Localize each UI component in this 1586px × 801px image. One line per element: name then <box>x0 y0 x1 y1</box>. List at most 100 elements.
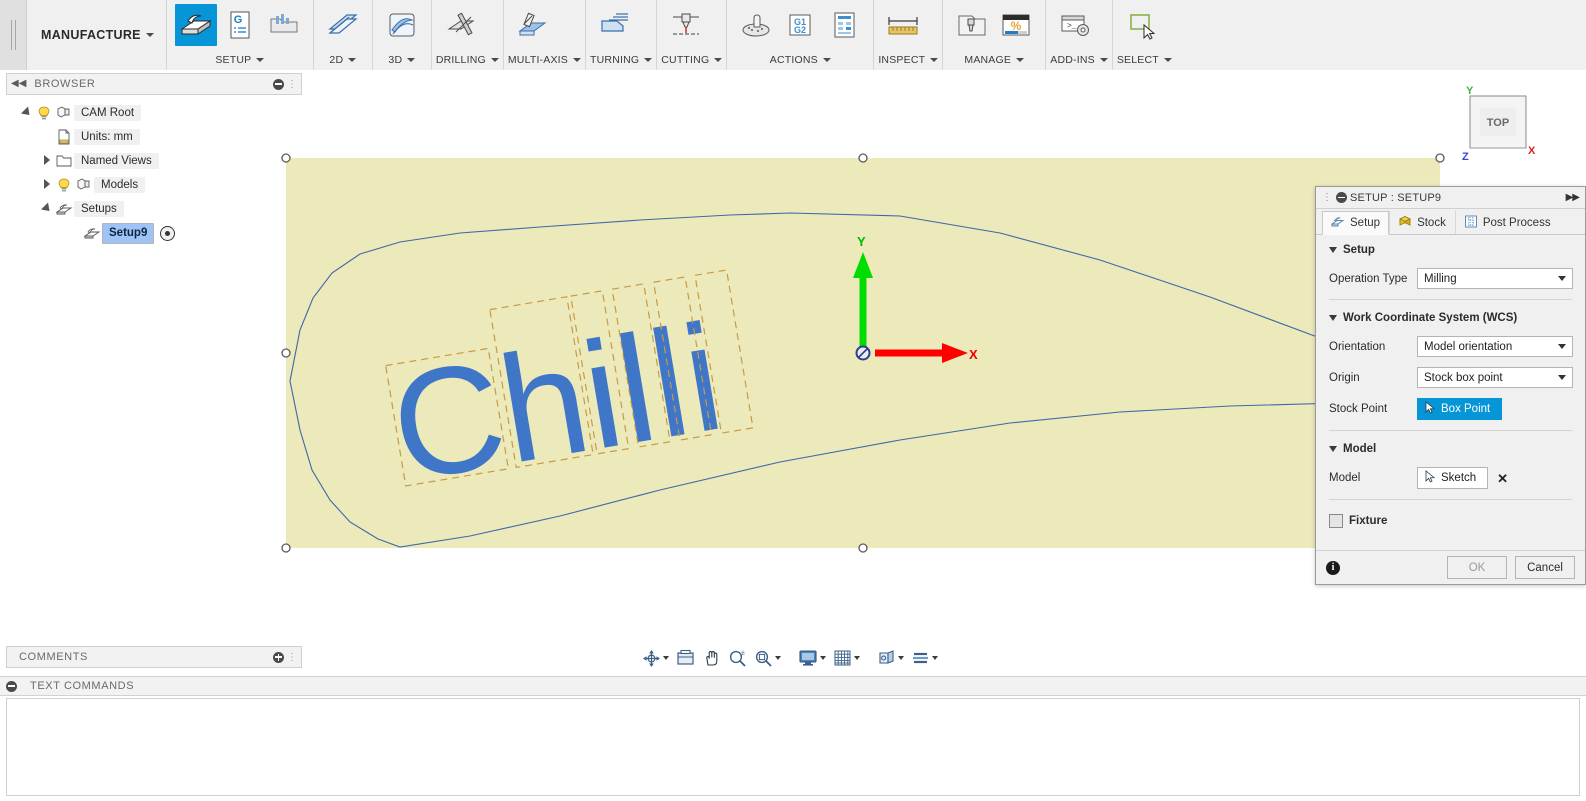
ribbon-grip-handle[interactable] <box>0 0 27 70</box>
ribbon-group-title[interactable]: ADD-INS <box>1050 54 1108 70</box>
twisty-expanded-icon[interactable] <box>40 202 54 215</box>
cancel-button[interactable]: Cancel <box>1515 556 1575 579</box>
section-fixture-header[interactable]: Fixture <box>1316 503 1585 550</box>
chevron-down-icon[interactable] <box>932 656 938 660</box>
setup-icon <box>54 201 74 217</box>
tab-setup[interactable]: Setup <box>1322 211 1390 235</box>
tab-label: Setup <box>1350 217 1381 229</box>
tree-item-setup9[interactable]: Setup9 <box>6 221 302 245</box>
setup-icon[interactable] <box>174 4 217 46</box>
drilling-icon[interactable] <box>440 4 482 46</box>
measure-icon[interactable] <box>882 4 924 46</box>
section-wcs-header[interactable]: Work Coordinate System (WCS) <box>1316 303 1585 333</box>
collapse-left-icon[interactable]: ◀◀ <box>11 79 26 89</box>
ribbon-group-2d: 2D <box>314 0 373 70</box>
ribbon-group-title[interactable]: SELECT <box>1117 54 1172 70</box>
generate-nc-icon[interactable]: G <box>219 4 261 46</box>
viewports-icon[interactable] <box>875 649 906 667</box>
ribbon-group-title[interactable]: ACTIONS <box>731 54 869 70</box>
ok-button[interactable]: OK <box>1447 556 1507 579</box>
setup-activate-radio[interactable] <box>160 225 176 241</box>
svg-text:G2: G2 <box>794 25 806 35</box>
stock-point-box-point-button[interactable]: Box Point <box>1417 398 1503 420</box>
chevron-down-icon[interactable] <box>854 656 860 660</box>
model-sketch-button[interactable]: Sketch <box>1417 467 1489 489</box>
section-model-header[interactable]: Model <box>1316 434 1585 464</box>
panel-grip-icon[interactable]: ⋮ <box>287 652 297 663</box>
minus-circle-icon[interactable] <box>1336 192 1347 203</box>
zoom-window-icon[interactable] <box>752 649 783 668</box>
orientation-select[interactable]: Model orientation <box>1417 336 1573 357</box>
clear-model-selection-icon[interactable]: ✕ <box>1497 472 1508 485</box>
tab-stock[interactable]: Stock <box>1389 210 1455 234</box>
twisty-collapsed-icon[interactable] <box>40 178 54 192</box>
workspace-switcher[interactable]: MANUFACTURE <box>27 0 167 70</box>
tree-item-units[interactable]: Units: mm <box>6 125 302 149</box>
look-at-icon[interactable] <box>674 649 697 667</box>
g-code-icon[interactable]: G1 G2 <box>779 4 821 46</box>
zoom-icon[interactable]: ± <box>726 649 749 668</box>
panel-grip-icon[interactable]: ⋮ <box>287 79 297 90</box>
turning-icon[interactable] <box>594 4 636 46</box>
ribbon-group-title[interactable]: 3D <box>377 54 427 70</box>
2d-milling-icon[interactable] <box>322 4 364 46</box>
operation-type-select[interactable]: Milling <box>1417 268 1573 289</box>
cutting-icon[interactable] <box>665 4 707 46</box>
simulate-icon[interactable] <box>735 4 777 46</box>
lightbulb-icon[interactable] <box>54 177 74 193</box>
view-cube[interactable]: TOP Y Z X <box>1442 76 1538 168</box>
twisty-expanded-icon[interactable] <box>20 106 34 119</box>
ribbon-group-title[interactable]: MULTI-AXIS <box>508 54 582 70</box>
grid-snaps-icon[interactable] <box>831 649 862 667</box>
setup-sheet-icon[interactable] <box>823 4 865 46</box>
ribbon-group-title[interactable]: 2D <box>318 54 368 70</box>
setup-icon <box>82 225 102 241</box>
tab-post-process[interactable]: G1 G2 Post Process <box>1454 210 1560 234</box>
viewcube-z-label: Z <box>1462 151 1469 163</box>
multi-axis-icon[interactable] <box>512 4 554 46</box>
setup-dialog-titlebar[interactable]: ⋮ SETUP : SETUP9 ▶▶ <box>1316 187 1585 209</box>
ribbon-group-title[interactable]: DRILLING <box>436 54 499 70</box>
tree-item-cam-root[interactable]: CAM Root <box>6 101 302 125</box>
minus-circle-icon[interactable] <box>6 680 17 692</box>
body-icon <box>54 105 74 121</box>
ribbon-group-title[interactable]: SETUP <box>171 54 309 70</box>
twisty-collapsed-icon[interactable] <box>40 154 54 168</box>
fixture-checkbox[interactable] <box>1329 514 1343 528</box>
workspace-label: MANUFACTURE <box>41 28 141 42</box>
setup-tab-icon <box>1330 215 1345 231</box>
chevron-down-icon[interactable] <box>898 656 904 660</box>
tree-item-setups[interactable]: Setups <box>6 197 302 221</box>
field-operation-type: Operation Type Milling <box>1316 265 1585 296</box>
scripts-addins-icon[interactable]: >_ <box>1054 4 1096 46</box>
tree-item-named-views[interactable]: Named Views <box>6 149 302 173</box>
pan-icon[interactable] <box>700 649 723 668</box>
machining-time-icon[interactable]: % <box>995 4 1037 46</box>
info-icon[interactable]: i <box>1326 560 1340 575</box>
ribbon-group-title[interactable]: CUTTING <box>661 54 723 70</box>
display-settings-icon[interactable] <box>796 649 828 667</box>
text-commands-body[interactable] <box>6 698 1580 796</box>
tool-library-icon[interactable] <box>951 4 993 46</box>
folder-setup-icon[interactable] <box>263 4 305 46</box>
chevron-down-icon[interactable] <box>775 656 781 660</box>
orbit-icon[interactable] <box>640 649 671 668</box>
section-setup-header[interactable]: Setup <box>1316 235 1585 265</box>
ribbon-group-title[interactable]: TURNING <box>590 54 653 70</box>
chevron-down-icon[interactable] <box>820 656 826 660</box>
body-icon <box>74 177 94 193</box>
dialog-grip-icon[interactable]: ⋮ <box>1322 192 1332 203</box>
origin-select[interactable]: Stock box point <box>1417 367 1573 388</box>
select-icon[interactable] <box>1121 4 1163 46</box>
minus-circle-icon[interactable] <box>273 78 284 90</box>
3d-milling-icon[interactable] <box>381 4 423 46</box>
lightbulb-icon[interactable] <box>34 105 54 121</box>
chevron-down-icon[interactable] <box>663 656 669 660</box>
tree-item-models[interactable]: Models <box>6 173 302 197</box>
double-chevron-right-icon[interactable]: ▶▶ <box>1566 192 1580 203</box>
layout-grid-icon[interactable] <box>909 649 940 667</box>
ribbon-group-title[interactable]: MANAGE <box>947 54 1041 70</box>
ribbon-group-title[interactable]: INSPECT <box>878 54 939 70</box>
divider <box>1329 499 1572 500</box>
plus-circle-icon[interactable] <box>273 651 284 663</box>
